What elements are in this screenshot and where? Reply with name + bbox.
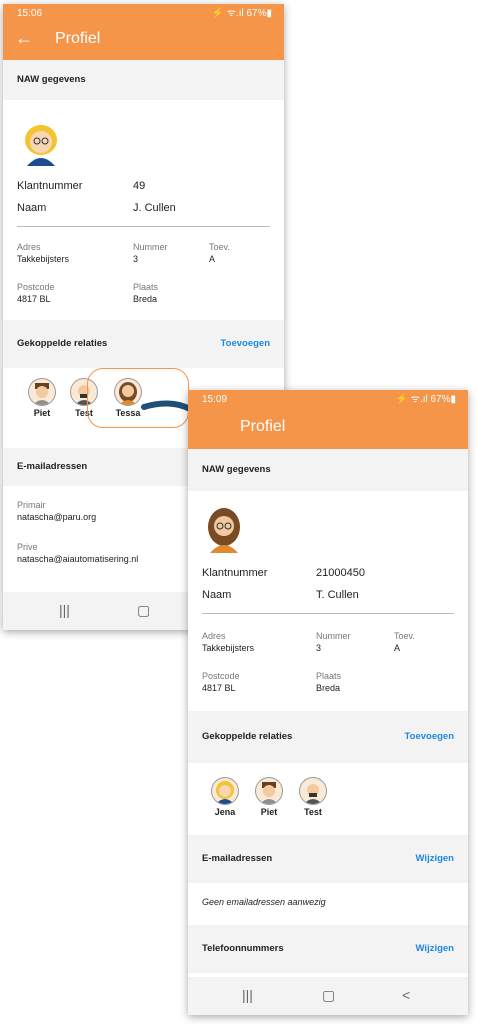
relation-piet[interactable]: Piet [252, 777, 286, 817]
avatar-icon [21, 122, 61, 166]
email-wijzigen-button[interactable]: Wijzigen [416, 835, 454, 883]
page-title: Profiel [55, 30, 101, 47]
naam-value: T. Cullen [316, 589, 359, 601]
prive-value: natascha@aiautomatisering.nl [17, 554, 139, 564]
toev-value: A [209, 254, 216, 264]
avatar-icon [255, 777, 283, 805]
email-header-label: E-mailadressen [202, 853, 273, 864]
naw-header-label: NAW gegevens [202, 464, 271, 475]
nummer-value: 3 [316, 643, 322, 653]
relaties-header: Gekoppelde relaties Toevoegen [3, 320, 284, 368]
status-time: 15:06 [17, 8, 43, 19]
klantnummer-value: 21000450 [316, 567, 365, 579]
telefoon-header-label: Telefoonnummers [202, 943, 284, 954]
phone-screen-2: 15:09 ⚡ ᯤ.ıl 67%▮ Profiel NAW gegevens K… [188, 390, 468, 1015]
relaties-header: Gekoppelde relaties Toevoegen [188, 711, 468, 763]
klantnummer-value: 49 [133, 180, 146, 192]
avatar-icon [299, 777, 327, 805]
naw-header: NAW gegevens [3, 60, 284, 100]
back-icon[interactable]: < [402, 987, 410, 1003]
plaats-value: Breda [316, 683, 341, 693]
home-icon[interactable]: ▢ [322, 987, 335, 1004]
naam-label: Naam [202, 589, 232, 601]
toevoegen-button[interactable]: Toevoegen [405, 711, 454, 763]
relaties-list: Jena Piet Test [188, 763, 468, 835]
relation-name: Piet [33, 408, 51, 418]
toev-label: Toev. [394, 631, 415, 641]
naw-section: Klantnummer 21000450 Naam T. Cullen Adre… [188, 491, 468, 711]
status-icons: ⚡ ᯤ.ıl 67%▮ [395, 394, 456, 405]
nummer-value: 3 [133, 254, 139, 264]
telefoon-wijzigen-button[interactable]: Wijzigen [416, 925, 454, 973]
status-bar: 15:06 ⚡ ᯤ.ıl 67%▮ [3, 4, 284, 24]
klantnummer-label: Klantnummer [202, 567, 268, 579]
naam-value: J. Cullen [133, 202, 176, 214]
relation-name: Piet [260, 807, 278, 817]
relaties-header-label: Gekoppelde relaties [202, 731, 293, 742]
toevoegen-button[interactable]: Toevoegen [221, 320, 270, 368]
avatar-icon [28, 378, 56, 406]
telefoon-header: Telefoonnummers Wijzigen [188, 925, 468, 973]
nummer-label: Nummer [316, 631, 351, 641]
primair-label: Primair [17, 500, 46, 510]
naw-section: Klantnummer 49 Naam J. Cullen Adres Takk… [3, 100, 284, 320]
toev-value: A [394, 643, 401, 653]
primair-value: natascha@paru.org [17, 512, 97, 522]
adres-label: Adres [202, 631, 226, 641]
relaties-header-label: Gekoppelde relaties [17, 338, 108, 349]
plaats-label: Plaats [133, 282, 159, 292]
postcode-value: 4817 BL [202, 683, 236, 693]
relation-test[interactable]: Test [296, 777, 330, 817]
email-section: Geen emailadressen aanwezig [188, 883, 468, 925]
email-empty-text: Geen emailadressen aanwezig [202, 897, 326, 907]
divider [202, 613, 454, 614]
back-arrow-icon[interactable]: ← [15, 28, 33, 49]
relation-jena[interactable]: Jena [208, 777, 242, 817]
email-header: E-mailadressen Wijzigen [188, 835, 468, 883]
recents-icon[interactable]: ||| [59, 602, 70, 618]
nummer-label: Nummer [133, 242, 168, 252]
app-bar: 15:06 ⚡ ᯤ.ıl 67%▮ ← Profiel [3, 4, 284, 60]
status-time: 15:09 [202, 394, 228, 405]
adres-value: Takkebijsters [202, 643, 255, 653]
relation-name: Test [304, 807, 322, 817]
naam-label: Naam [17, 202, 47, 214]
avatar-icon [211, 777, 239, 805]
plaats-label: Plaats [316, 671, 342, 681]
relation-name: Jena [214, 807, 236, 817]
naw-header: NAW gegevens [188, 449, 468, 491]
app-bar: 15:09 ⚡ ᯤ.ıl 67%▮ Profiel [188, 390, 468, 449]
system-nav-bar: ||| ▢ < [188, 977, 468, 1015]
postcode-label: Postcode [17, 282, 55, 292]
prive-label: Prive [17, 542, 38, 552]
adres-value: Takkebijsters [17, 254, 70, 264]
postcode-label: Postcode [202, 671, 240, 681]
relation-piet[interactable]: Piet [25, 378, 59, 418]
klantnummer-label: Klantnummer [17, 180, 83, 192]
status-icons: ⚡ ᯤ.ıl 67%▮ [211, 8, 272, 19]
adres-label: Adres [17, 242, 41, 252]
recents-icon[interactable]: ||| [242, 987, 253, 1003]
divider [17, 226, 270, 227]
email-header-label: E-mailadressen [17, 461, 88, 472]
postcode-value: 4817 BL [17, 294, 51, 304]
plaats-value: Breda [133, 294, 158, 304]
naw-header-label: NAW gegevens [17, 74, 86, 85]
page-title: Profiel [240, 418, 286, 435]
toev-label: Toev. [209, 242, 230, 252]
avatar-icon [204, 507, 244, 553]
home-icon[interactable]: ▢ [137, 602, 150, 619]
status-bar: 15:09 ⚡ ᯤ.ıl 67%▮ [188, 390, 468, 410]
